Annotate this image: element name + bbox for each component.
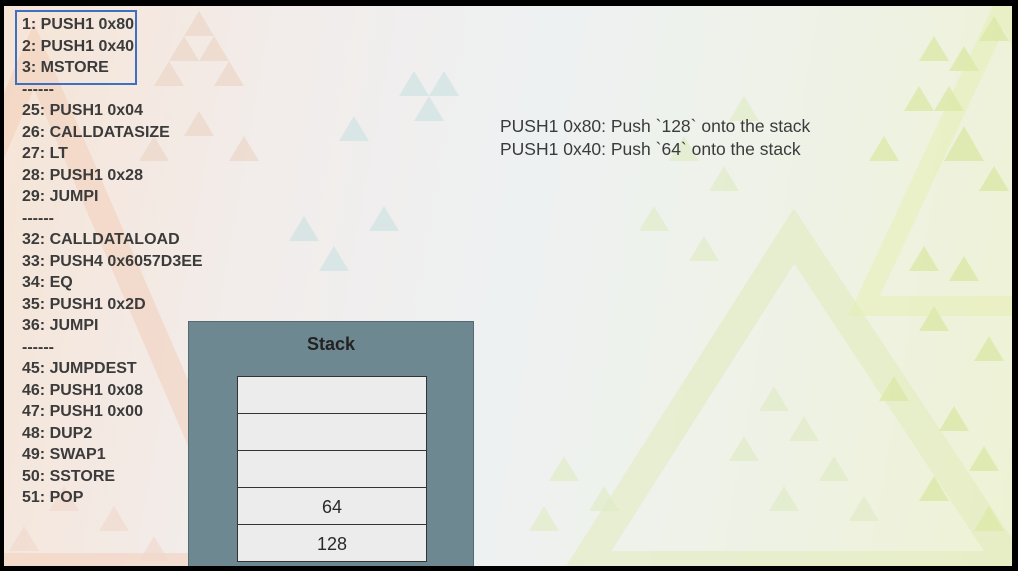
code-line: 32: CALLDATALOAD: [22, 231, 180, 248]
code-line: 33: PUSH4 0x6057D3EE: [22, 252, 203, 270]
code-line: 27: LT: [22, 145, 68, 162]
code-line: 26: CALLDATASIZE: [22, 123, 170, 141]
slide: 1: PUSH1 0x80 2: PUSH1 0x40 3: MSTORE --…: [4, 6, 1012, 566]
explanation-line: PUSH1 0x80: Push `128` onto the stack: [500, 116, 811, 136]
code-line: 35: PUSH1 0x2D: [22, 295, 146, 313]
code-line: 29: JUMPI: [22, 188, 99, 205]
code-separator: ------: [22, 338, 54, 356]
code-line: 45: JUMPDEST: [22, 360, 137, 377]
stack-slot: [237, 413, 427, 451]
stack-slot: 128: [237, 524, 427, 562]
stack-slot: [237, 450, 427, 488]
code-line: 46: PUSH1 0x08: [22, 381, 143, 399]
code-line: 50: SSTORE: [22, 467, 116, 485]
stack-panel: Stack 64 128: [188, 321, 474, 566]
stack-title: Stack: [306, 334, 356, 354]
explanation-line: PUSH1 0x40: Push `64` onto the stack: [500, 139, 801, 159]
code-line: 25: PUSH1 0x04: [22, 102, 143, 119]
stack-slot: 64: [237, 487, 427, 525]
opcode-list: 1: PUSH1 0x80 2: PUSH1 0x40 3: MSTORE --…: [22, 14, 203, 509]
code-line: 28: PUSH1 0x28: [22, 166, 143, 184]
code-line: 51: POP: [22, 489, 84, 506]
code-separator: ------: [22, 209, 54, 227]
stack-cells: 64 128: [237, 376, 427, 562]
code-line: 36: JUMPI: [22, 317, 99, 334]
code-line: 48: DUP2: [22, 424, 93, 442]
current-instructions-highlight: [15, 10, 137, 85]
stack-slot: [237, 376, 427, 414]
code-line: 34: EQ: [22, 274, 73, 291]
code-line: 47: PUSH1 0x00: [22, 403, 143, 420]
instruction-explanation: PUSH1 0x80: Push `128` onto the stack PU…: [500, 115, 810, 161]
code-line: 49: SWAP1: [22, 446, 106, 463]
